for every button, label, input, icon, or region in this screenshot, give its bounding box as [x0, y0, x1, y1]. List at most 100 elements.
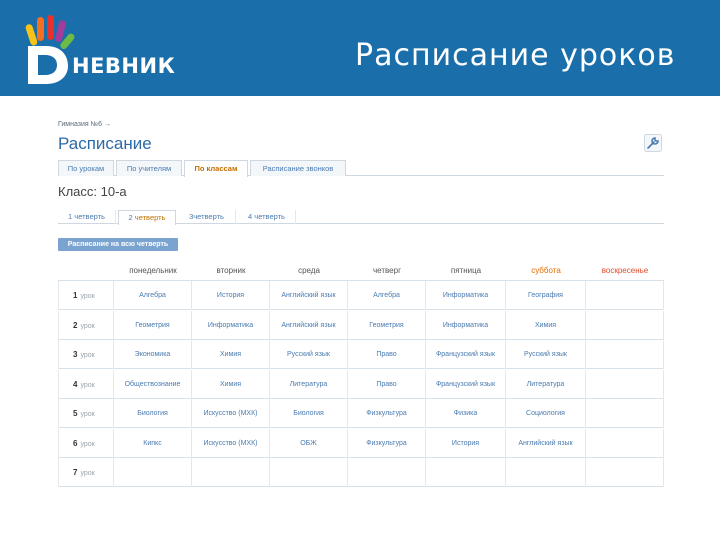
subject-cell[interactable]: Право: [348, 369, 426, 399]
tab-quarter-1[interactable]: 1 четверть: [58, 210, 116, 224]
subject-cell[interactable]: Химия: [506, 310, 586, 340]
subject-cell[interactable]: Английский язык: [270, 281, 348, 310]
subject-cell[interactable]: Кипкс: [114, 428, 192, 458]
subject-cell[interactable]: Экономика: [114, 340, 192, 369]
table-row: 6 урок Кипкс Искусство (МХК) ОБЖ Физкультура И…: [58, 428, 664, 458]
table-row: 4 урок Обществознание Химия Литература Право Ф…: [58, 369, 664, 399]
subject-cell[interactable]: [270, 458, 348, 487]
subject-cell[interactable]: Биология: [270, 399, 348, 428]
table-row: 5 урок Биология Искусство (МХК) Биология Физк…: [58, 399, 664, 428]
subject-cell[interactable]: История: [426, 428, 506, 458]
page-title: Расписание: [58, 134, 152, 153]
slide-header: НЕВНИК Расписание уроков: [0, 0, 720, 96]
subject-cell[interactable]: [586, 281, 664, 310]
table-row: 2 урок Геометрия Информатика Английский язык…: [58, 310, 664, 340]
lesson-number-cell: 1 урок: [58, 281, 114, 310]
subject-cell[interactable]: Химия: [192, 340, 270, 369]
tab-by-teachers[interactable]: По учителям: [116, 160, 182, 176]
subject-cell[interactable]: [426, 458, 506, 487]
tab-quarter-4[interactable]: 4 четверть: [238, 210, 296, 224]
subject-cell[interactable]: Алгебра: [114, 281, 192, 310]
lesson-number-cell: 2 урок: [58, 310, 114, 340]
lesson-number: 7: [73, 468, 78, 477]
day-header-wednesday: среда: [298, 266, 320, 275]
quarter-tabs: 1 четверть 2 четверть 3четверть 4 четвер…: [58, 210, 664, 225]
subject-cell[interactable]: Русский язык: [270, 340, 348, 369]
subject-cell[interactable]: История: [192, 281, 270, 310]
lesson-word: урок: [80, 381, 95, 389]
day-header-tuesday: вторник: [216, 266, 246, 275]
subject-cell[interactable]: Геометрия: [348, 310, 426, 340]
lesson-number: 5: [73, 409, 78, 418]
class-title: Класс: 10-а: [58, 184, 127, 199]
subject-cell[interactable]: Биология: [114, 399, 192, 428]
subject-cell[interactable]: Информатика: [192, 310, 270, 340]
subject-cell[interactable]: Обществознание: [114, 369, 192, 399]
logo-wordmark: НЕВНИК: [72, 54, 176, 78]
whole-quarter-button[interactable]: Расписание на всю четверть: [58, 238, 178, 251]
day-header-sunday: воскресенье: [601, 266, 649, 275]
tab-by-lessons[interactable]: По урокам: [58, 160, 114, 176]
subject-cell[interactable]: Физкультура: [348, 399, 426, 428]
tab-quarter-2[interactable]: 2 четверть: [118, 210, 176, 225]
subject-cell[interactable]: [586, 428, 664, 458]
lesson-word: урок: [80, 440, 95, 448]
subject-cell[interactable]: [348, 458, 426, 487]
lesson-number: 2: [73, 320, 78, 330]
subject-cell[interactable]: Социология: [506, 399, 586, 428]
day-header-thursday: четверг: [373, 266, 401, 275]
day-header-monday: понедельник: [129, 266, 177, 275]
subject-cell[interactable]: Химия: [192, 369, 270, 399]
subject-cell[interactable]: Английский язык: [506, 428, 586, 458]
lesson-number-cell: 3 урок: [58, 340, 114, 369]
subject-cell[interactable]: Английский язык: [270, 310, 348, 340]
lesson-word: урок: [80, 322, 95, 330]
lesson-number-cell: 6 урок: [58, 428, 114, 458]
subject-cell[interactable]: [586, 340, 664, 369]
subject-cell[interactable]: Физкультура: [348, 428, 426, 458]
dnevnik-logo: НЕВНИК: [22, 14, 182, 86]
lesson-number-cell: 7 урок: [58, 458, 114, 487]
subject-cell[interactable]: [586, 369, 664, 399]
table-row: 7 урок: [58, 458, 664, 487]
subject-cell[interactable]: География: [506, 281, 586, 310]
subject-cell[interactable]: Право: [348, 340, 426, 369]
lesson-number: 3: [73, 350, 78, 359]
subject-cell[interactable]: Французский язык: [426, 340, 506, 369]
subject-cell[interactable]: Русский язык: [506, 340, 586, 369]
day-header-saturday: суббота: [531, 266, 561, 275]
day-header-friday: пятница: [450, 266, 482, 275]
subject-cell[interactable]: Искусство (МХК): [192, 428, 270, 458]
schedule-grid: 1 урок Алгебра История Английский язык Алгебр…: [58, 280, 664, 487]
subject-cell[interactable]: [586, 458, 664, 487]
subject-cell[interactable]: Геометрия: [114, 310, 192, 340]
view-tabs: По урокам По учителям По классам Расписа…: [58, 160, 664, 177]
lesson-word: урок: [80, 411, 95, 418]
subject-cell[interactable]: Литература: [270, 369, 348, 399]
lesson-number: 4: [73, 379, 78, 389]
subject-cell[interactable]: [586, 310, 664, 340]
subject-cell[interactable]: [586, 399, 664, 428]
breadcrumb[interactable]: Гимназия №6 →: [58, 121, 111, 128]
lesson-number: 1: [73, 291, 78, 300]
subject-cell[interactable]: Информатика: [426, 281, 506, 310]
subject-cell[interactable]: Информатика: [426, 310, 506, 340]
tab-by-classes[interactable]: По классам: [184, 160, 248, 177]
lesson-word: урок: [80, 352, 95, 359]
wrench-icon[interactable]: [644, 134, 662, 152]
subject-cell[interactable]: Алгебра: [348, 281, 426, 310]
subject-cell[interactable]: ОБЖ: [270, 428, 348, 458]
subject-cell[interactable]: [114, 458, 192, 487]
subject-cell[interactable]: Французский язык: [426, 369, 506, 399]
tab-quarter-3[interactable]: 3четверть: [178, 210, 236, 224]
table-row: 3 урок Экономика Химия Русский язык Право Фран…: [58, 340, 664, 369]
schedule-screenshot: Гимназия №6 → Расписание По урокам По уч…: [58, 118, 666, 488]
subject-cell[interactable]: Физика: [426, 399, 506, 428]
subject-cell[interactable]: Литература: [506, 369, 586, 399]
subject-cell[interactable]: [506, 458, 586, 487]
lesson-number: 6: [73, 438, 78, 448]
subject-cell[interactable]: [192, 458, 270, 487]
tab-bell-schedule[interactable]: Расписание звонков: [250, 160, 346, 176]
lesson-number-cell: 4 урок: [58, 369, 114, 399]
subject-cell[interactable]: Искусство (МХК): [192, 399, 270, 428]
